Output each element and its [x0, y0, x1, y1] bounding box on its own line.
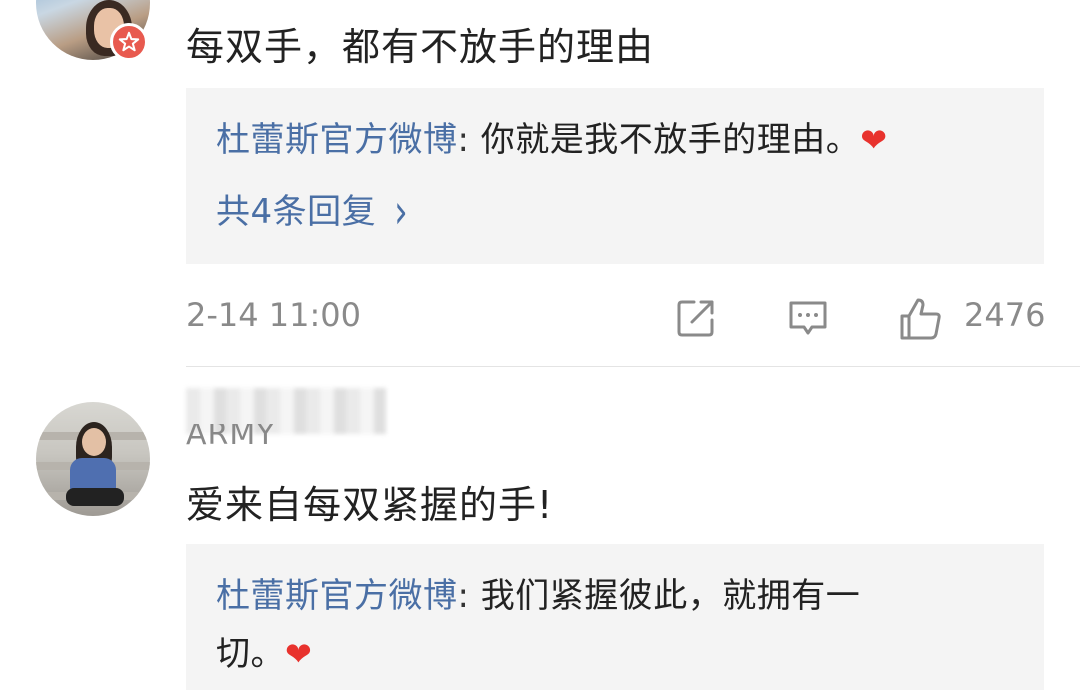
reply-line: 切。❤ [216, 632, 312, 676]
avatar-face [82, 428, 106, 456]
more-replies-label: 共4条回复 [216, 192, 377, 232]
reply-separator: : [457, 120, 481, 160]
avatar-body [70, 458, 116, 492]
reply-line: 杜蕾斯官方微博: 我们紧握彼此，就拥有一 [216, 574, 860, 618]
share-icon[interactable] [674, 296, 718, 340]
comment-item: 每双手，都有不放手的理由 杜蕾斯官方微博: 你就是我不放手的理由。❤ 共4条回复… [0, 0, 1080, 366]
avatar-legs [66, 488, 124, 506]
comment-text: 每双手，都有不放手的理由 [186, 25, 655, 69]
reply-content: 我们紧握彼此，就拥有一 [480, 576, 861, 616]
username[interactable]: ARMY [186, 424, 276, 446]
verified-badge-icon [110, 23, 148, 61]
reply-content-continued: 切。 [216, 634, 285, 674]
more-replies-link[interactable]: 共4条回复 › [216, 184, 408, 240]
comment-text: 爱来自每双紧握的手! [186, 483, 554, 527]
heart-emoji: ❤ [285, 635, 313, 673]
reply-box[interactable]: 杜蕾斯官方微博: 你就是我不放手的理由。❤ 共4条回复 › [186, 88, 1044, 264]
reply-author-link[interactable]: 杜蕾斯官方微博 [216, 120, 458, 160]
reply-separator: : [457, 576, 481, 616]
comment-timestamp: 2-14 11:00 [186, 296, 362, 334]
comment-meta-row: 2-14 11:00 2476 [186, 296, 1046, 340]
comment-item: ARMY 爱来自每双紧握的手! 杜蕾斯官方微博: 我们紧握彼此，就拥有一 切。❤ [0, 366, 1080, 690]
like-icon[interactable] [898, 296, 942, 340]
heart-emoji: ❤ [860, 121, 888, 159]
reply-author-link[interactable]: 杜蕾斯官方微博 [216, 576, 458, 616]
reply-line: 杜蕾斯官方微博: 你就是我不放手的理由。❤ [216, 118, 888, 162]
reply-box[interactable]: 杜蕾斯官方微博: 我们紧握彼此，就拥有一 切。❤ [186, 544, 1044, 690]
like-count: 2476 [964, 296, 1046, 334]
comment-icon[interactable] [786, 296, 830, 340]
reply-content: 你就是我不放手的理由。 [480, 120, 861, 160]
user-avatar[interactable] [36, 402, 150, 516]
chevron-right-icon: › [394, 184, 409, 240]
